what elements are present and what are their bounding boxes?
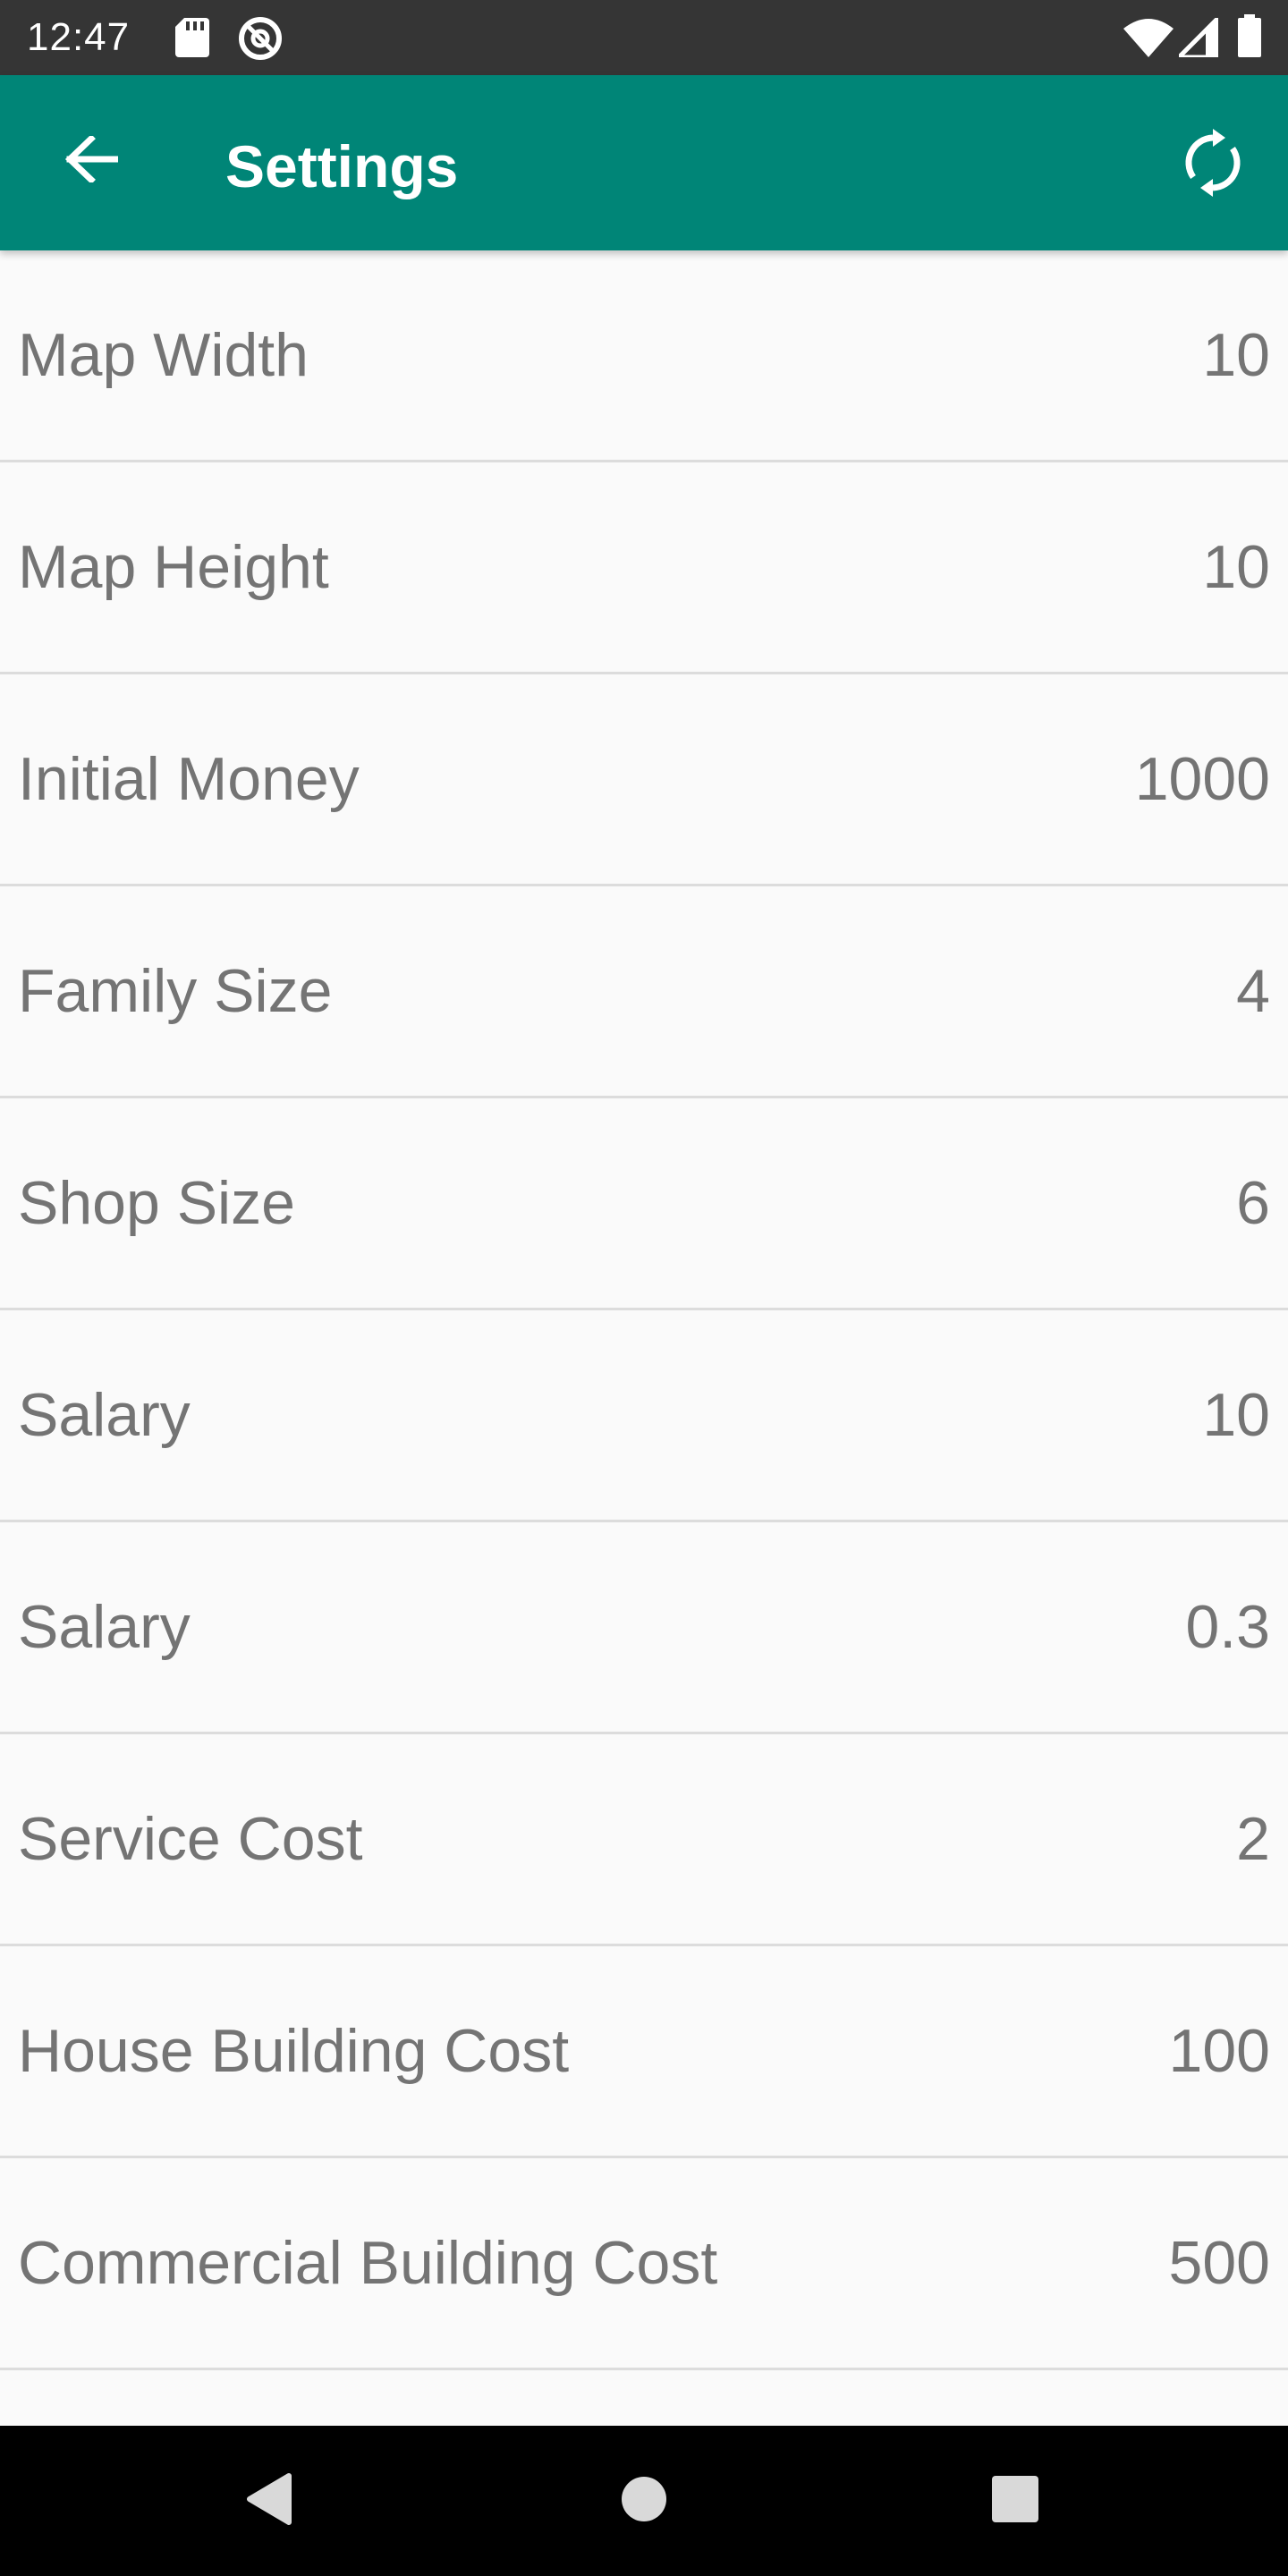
setting-label: Service Cost	[18, 1805, 363, 1873]
recents-square-icon	[991, 2475, 1039, 2528]
setting-value: 2	[1236, 1805, 1270, 1873]
home-circle-icon	[621, 2476, 667, 2527]
setting-row-family-size[interactable]: Family Size 4	[0, 886, 1288, 1098]
setting-label: Family Size	[18, 957, 333, 1025]
setting-label: Initial Money	[18, 745, 360, 813]
setting-row-shop-size[interactable]: Shop Size 6	[0, 1098, 1288, 1310]
wifi-icon	[1123, 18, 1174, 62]
setting-row-partial[interactable]	[0, 2370, 1288, 2426]
sd-card-icon	[175, 18, 209, 62]
setting-label: Shop Size	[18, 1169, 295, 1237]
setting-value: 6	[1236, 1169, 1270, 1237]
nav-back-button[interactable]	[224, 2456, 313, 2546]
battery-icon	[1238, 14, 1261, 62]
status-bar: 12:47	[0, 0, 1288, 75]
setting-row-map-height[interactable]: Map Height 10	[0, 462, 1288, 674]
settings-list[interactable]: Map Width 10 Map Height 10 Initial Money…	[0, 250, 1288, 2426]
app-bar: Settings	[0, 75, 1288, 250]
setting-value: 10	[1202, 321, 1270, 389]
setting-label: Map Width	[18, 321, 309, 389]
setting-value: 4	[1236, 957, 1270, 1025]
sync-icon	[1184, 128, 1241, 201]
setting-value: 500	[1168, 2229, 1270, 2297]
setting-label: Map Height	[18, 533, 329, 601]
sync-button[interactable]	[1168, 120, 1258, 209]
setting-value: 10	[1202, 1381, 1270, 1449]
setting-label: Commercial Building Cost	[18, 2229, 718, 2297]
setting-row-salary[interactable]: Salary 10	[0, 1310, 1288, 1522]
back-triangle-icon	[244, 2472, 292, 2530]
back-button[interactable]	[47, 116, 136, 206]
setting-row-map-width[interactable]: Map Width 10	[0, 250, 1288, 462]
arrow-left-icon	[64, 133, 120, 187]
nav-recents-button[interactable]	[970, 2456, 1060, 2546]
nav-home-button[interactable]	[599, 2456, 689, 2546]
setting-value: 1000	[1134, 745, 1270, 813]
setting-row-commercial-building-cost[interactable]: Commercial Building Cost 500	[0, 2158, 1288, 2370]
setting-label: Salary	[18, 1593, 191, 1661]
setting-row-initial-money[interactable]: Initial Money 1000	[0, 674, 1288, 886]
page-title: Settings	[225, 133, 459, 199]
at-sign-icon	[238, 16, 283, 65]
setting-row-service-cost[interactable]: Service Cost 2	[0, 1734, 1288, 1946]
setting-value: 10	[1202, 533, 1270, 601]
setting-row-house-building-cost[interactable]: House Building Cost 100	[0, 1946, 1288, 2158]
status-time: 12:47	[27, 15, 131, 59]
navigation-bar	[0, 2426, 1288, 2576]
setting-row-salary-rate[interactable]: Salary 0.3	[0, 1522, 1288, 1734]
setting-value: 0.3	[1185, 1593, 1270, 1661]
setting-label: House Building Cost	[18, 2017, 570, 2085]
setting-label: Salary	[18, 1381, 191, 1449]
setting-value: 100	[1168, 2017, 1270, 2085]
cell-signal-icon	[1173, 12, 1221, 62]
